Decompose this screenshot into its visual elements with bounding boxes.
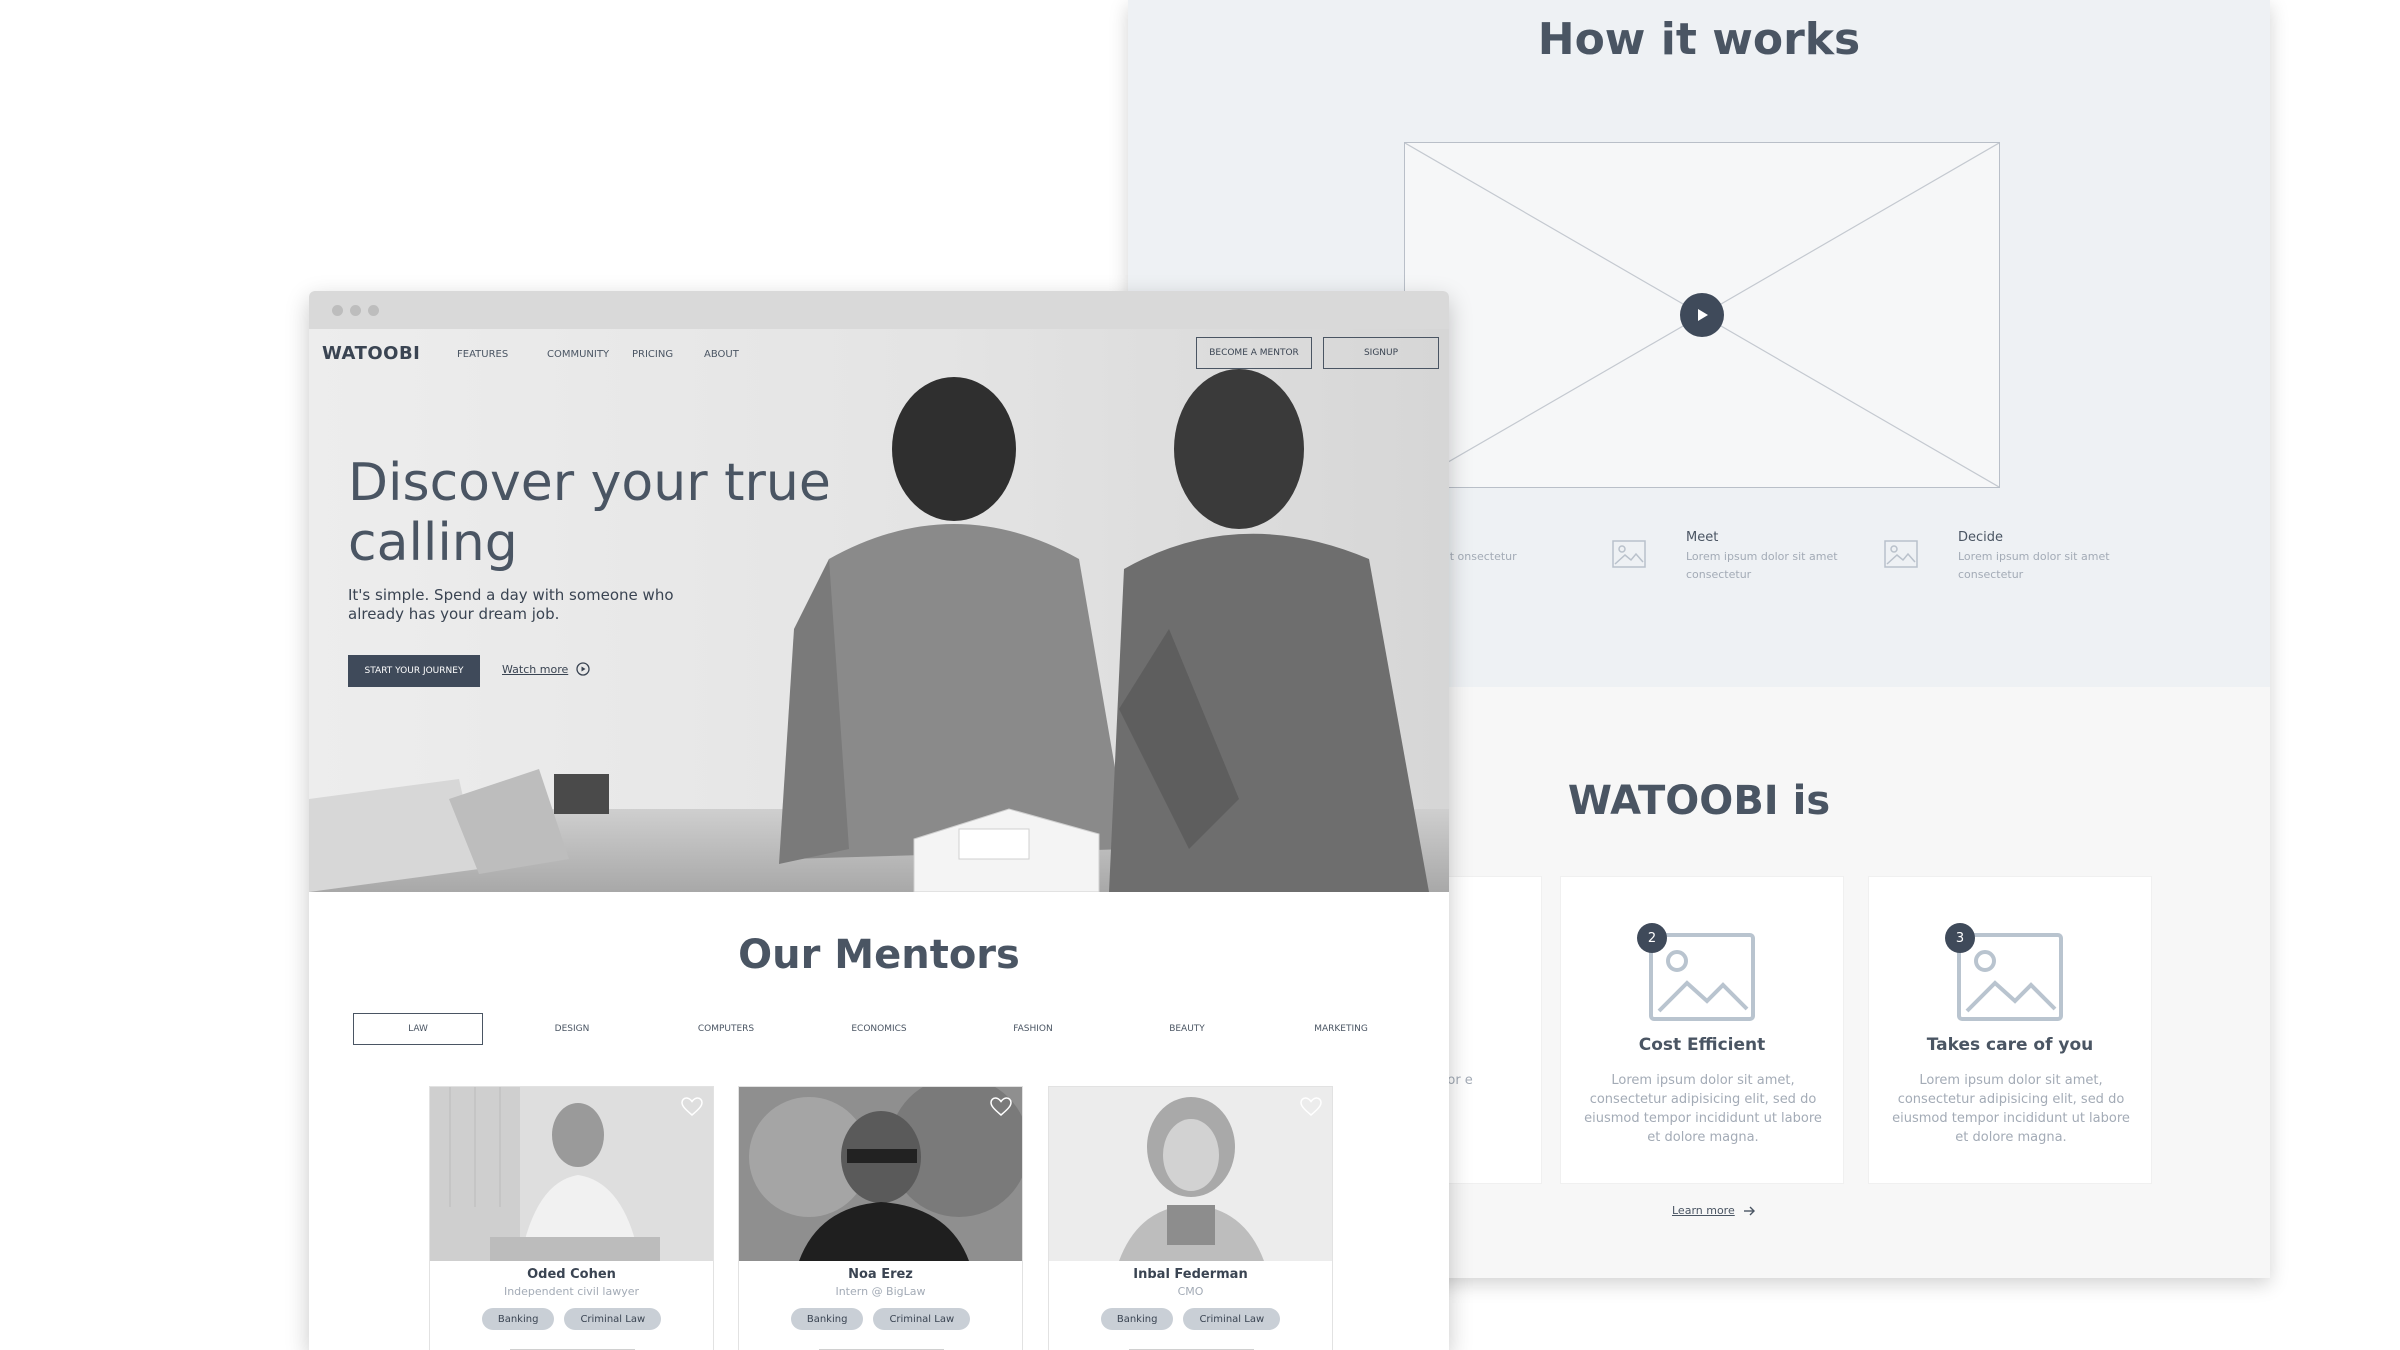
- mentor-photo: [430, 1087, 713, 1261]
- nav-community[interactable]: COMMUNITY: [547, 349, 609, 360]
- nav-features[interactable]: FEATURES: [457, 349, 508, 360]
- step-number-badge: 3: [1945, 923, 1975, 953]
- start-journey-button[interactable]: START YOUR JOURNEY: [348, 655, 480, 687]
- step-number-badge: 2: [1637, 923, 1667, 953]
- tab-beauty[interactable]: BEAUTY: [1122, 1013, 1252, 1045]
- arrow-right-icon: [1743, 1206, 1755, 1215]
- feature-description: Lorem ipsum dolor sit amet, consectetur …: [1892, 1073, 2130, 1145]
- tab-marketing[interactable]: MARKETING: [1276, 1013, 1406, 1045]
- window-dot-maximize[interactable]: [368, 305, 379, 316]
- image-placeholder-icon: [1884, 540, 1918, 568]
- image-placeholder-icon: [1649, 933, 1755, 1021]
- tag-banking[interactable]: Banking: [481, 1308, 555, 1330]
- hero-title: Discover your true calling: [348, 453, 831, 573]
- step-title: Meet: [1686, 530, 1719, 545]
- tab-design[interactable]: DESIGN: [507, 1013, 637, 1045]
- mentor-photo: [739, 1087, 1022, 1261]
- tag-banking[interactable]: Banking: [790, 1308, 864, 1330]
- heart-icon[interactable]: [990, 1097, 1012, 1117]
- tag-criminal-law[interactable]: Criminal Law: [873, 1308, 971, 1330]
- mentor-tags: Banking Criminal Law: [430, 1308, 713, 1330]
- window-dot-minimize[interactable]: [350, 305, 361, 316]
- mentor-name: Noa Erez: [848, 1267, 913, 1282]
- nav-about[interactable]: ABOUT: [704, 349, 739, 360]
- feature-description: Lorem ipsum dolor sit amet, consectetur …: [1584, 1073, 1822, 1145]
- mentor-card[interactable]: Noa Erez Intern @ BigLaw Banking Crimina…: [738, 1086, 1023, 1350]
- tab-law[interactable]: LAW: [353, 1013, 483, 1045]
- play-button[interactable]: [1680, 293, 1724, 337]
- mentor-photo-art: [1049, 1087, 1332, 1261]
- heart-icon[interactable]: [681, 1097, 703, 1117]
- image-placeholder-icon: [1957, 933, 2063, 1021]
- tab-economics[interactable]: ECONOMICS: [814, 1013, 944, 1045]
- window-dot-close[interactable]: [332, 305, 343, 316]
- become-mentor-button[interactable]: BECOME A MENTOR: [1196, 337, 1312, 369]
- feature-card-takes-care: 3 Takes care of you Lorem ipsum dolor si…: [1868, 876, 2152, 1184]
- watch-more-link[interactable]: Watch more: [502, 662, 590, 676]
- browser-window: WATOOBI FEATURES COMMUNITY PRICING ABOUT…: [309, 291, 1449, 1350]
- watch-more-label: Watch more: [502, 662, 569, 676]
- step-title: Decide: [1958, 530, 2004, 545]
- mentor-card[interactable]: Inbal Federman CMO Banking Criminal Law: [1048, 1086, 1333, 1350]
- tag-criminal-law[interactable]: Criminal Law: [564, 1308, 662, 1330]
- mentor-photo-art: [430, 1087, 713, 1261]
- step-description: Lorem ipsum dolor sit amet consectetur: [1686, 550, 1838, 581]
- video-placeholder[interactable]: [1404, 142, 2000, 488]
- nav-pricing[interactable]: PRICING: [632, 349, 673, 360]
- category-tabs: LAW DESIGN COMPUTERS ECONOMICS FASHION B…: [353, 1013, 1405, 1045]
- learn-more-label: Learn more: [1672, 1204, 1735, 1217]
- mentor-role: Intern @ BigLaw: [835, 1285, 926, 1298]
- hero-subtitle: It's simple. Spend a day with someone wh…: [348, 586, 674, 623]
- tab-fashion[interactable]: FASHION: [968, 1013, 1098, 1045]
- mentor-tags: Banking Criminal Law: [1049, 1308, 1332, 1330]
- feature-card-cost-efficient: 2 Cost Efficient Lorem ipsum dolor sit a…: [1560, 876, 1844, 1184]
- how-it-works-title: How it works: [1537, 14, 1861, 65]
- heart-icon[interactable]: [1300, 1097, 1322, 1117]
- step-description: Lorem ipsum dolor sit amet consectetur: [1958, 550, 2110, 581]
- mentor-tags: Banking Criminal Law: [739, 1308, 1022, 1330]
- tab-computers[interactable]: COMPUTERS: [661, 1013, 791, 1045]
- image-placeholder-icon: [1612, 540, 1646, 568]
- mentor-role: Independent civil lawyer: [503, 1285, 640, 1298]
- mentor-role: CMO: [1177, 1285, 1204, 1298]
- mentor-card[interactable]: Oded Cohen Independent civil lawyer Bank…: [429, 1086, 714, 1350]
- mentor-photo: [1049, 1087, 1332, 1261]
- mentors-title: Our Mentors: [738, 932, 1020, 978]
- hero-section: WATOOBI FEATURES COMMUNITY PRICING ABOUT…: [309, 329, 1449, 892]
- feature-title: Takes care of you: [1926, 1035, 2094, 1055]
- feature-title: Cost Efficient: [1638, 1035, 1766, 1055]
- browser-titlebar: [309, 291, 1449, 329]
- mentor-name: Inbal Federman: [1133, 1267, 1248, 1282]
- mentor-name: Oded Cohen: [527, 1267, 616, 1282]
- site-logo[interactable]: WATOOBI: [322, 343, 420, 364]
- play-icon: [1698, 309, 1708, 321]
- tag-banking[interactable]: Banking: [1100, 1308, 1174, 1330]
- play-circle-icon: [576, 662, 590, 676]
- learn-more-link[interactable]: Learn more: [1672, 1204, 1755, 1217]
- mentor-photo-art: [739, 1087, 1022, 1261]
- tag-criminal-law[interactable]: Criminal Law: [1183, 1308, 1281, 1330]
- signup-button[interactable]: SIGNUP: [1323, 337, 1439, 369]
